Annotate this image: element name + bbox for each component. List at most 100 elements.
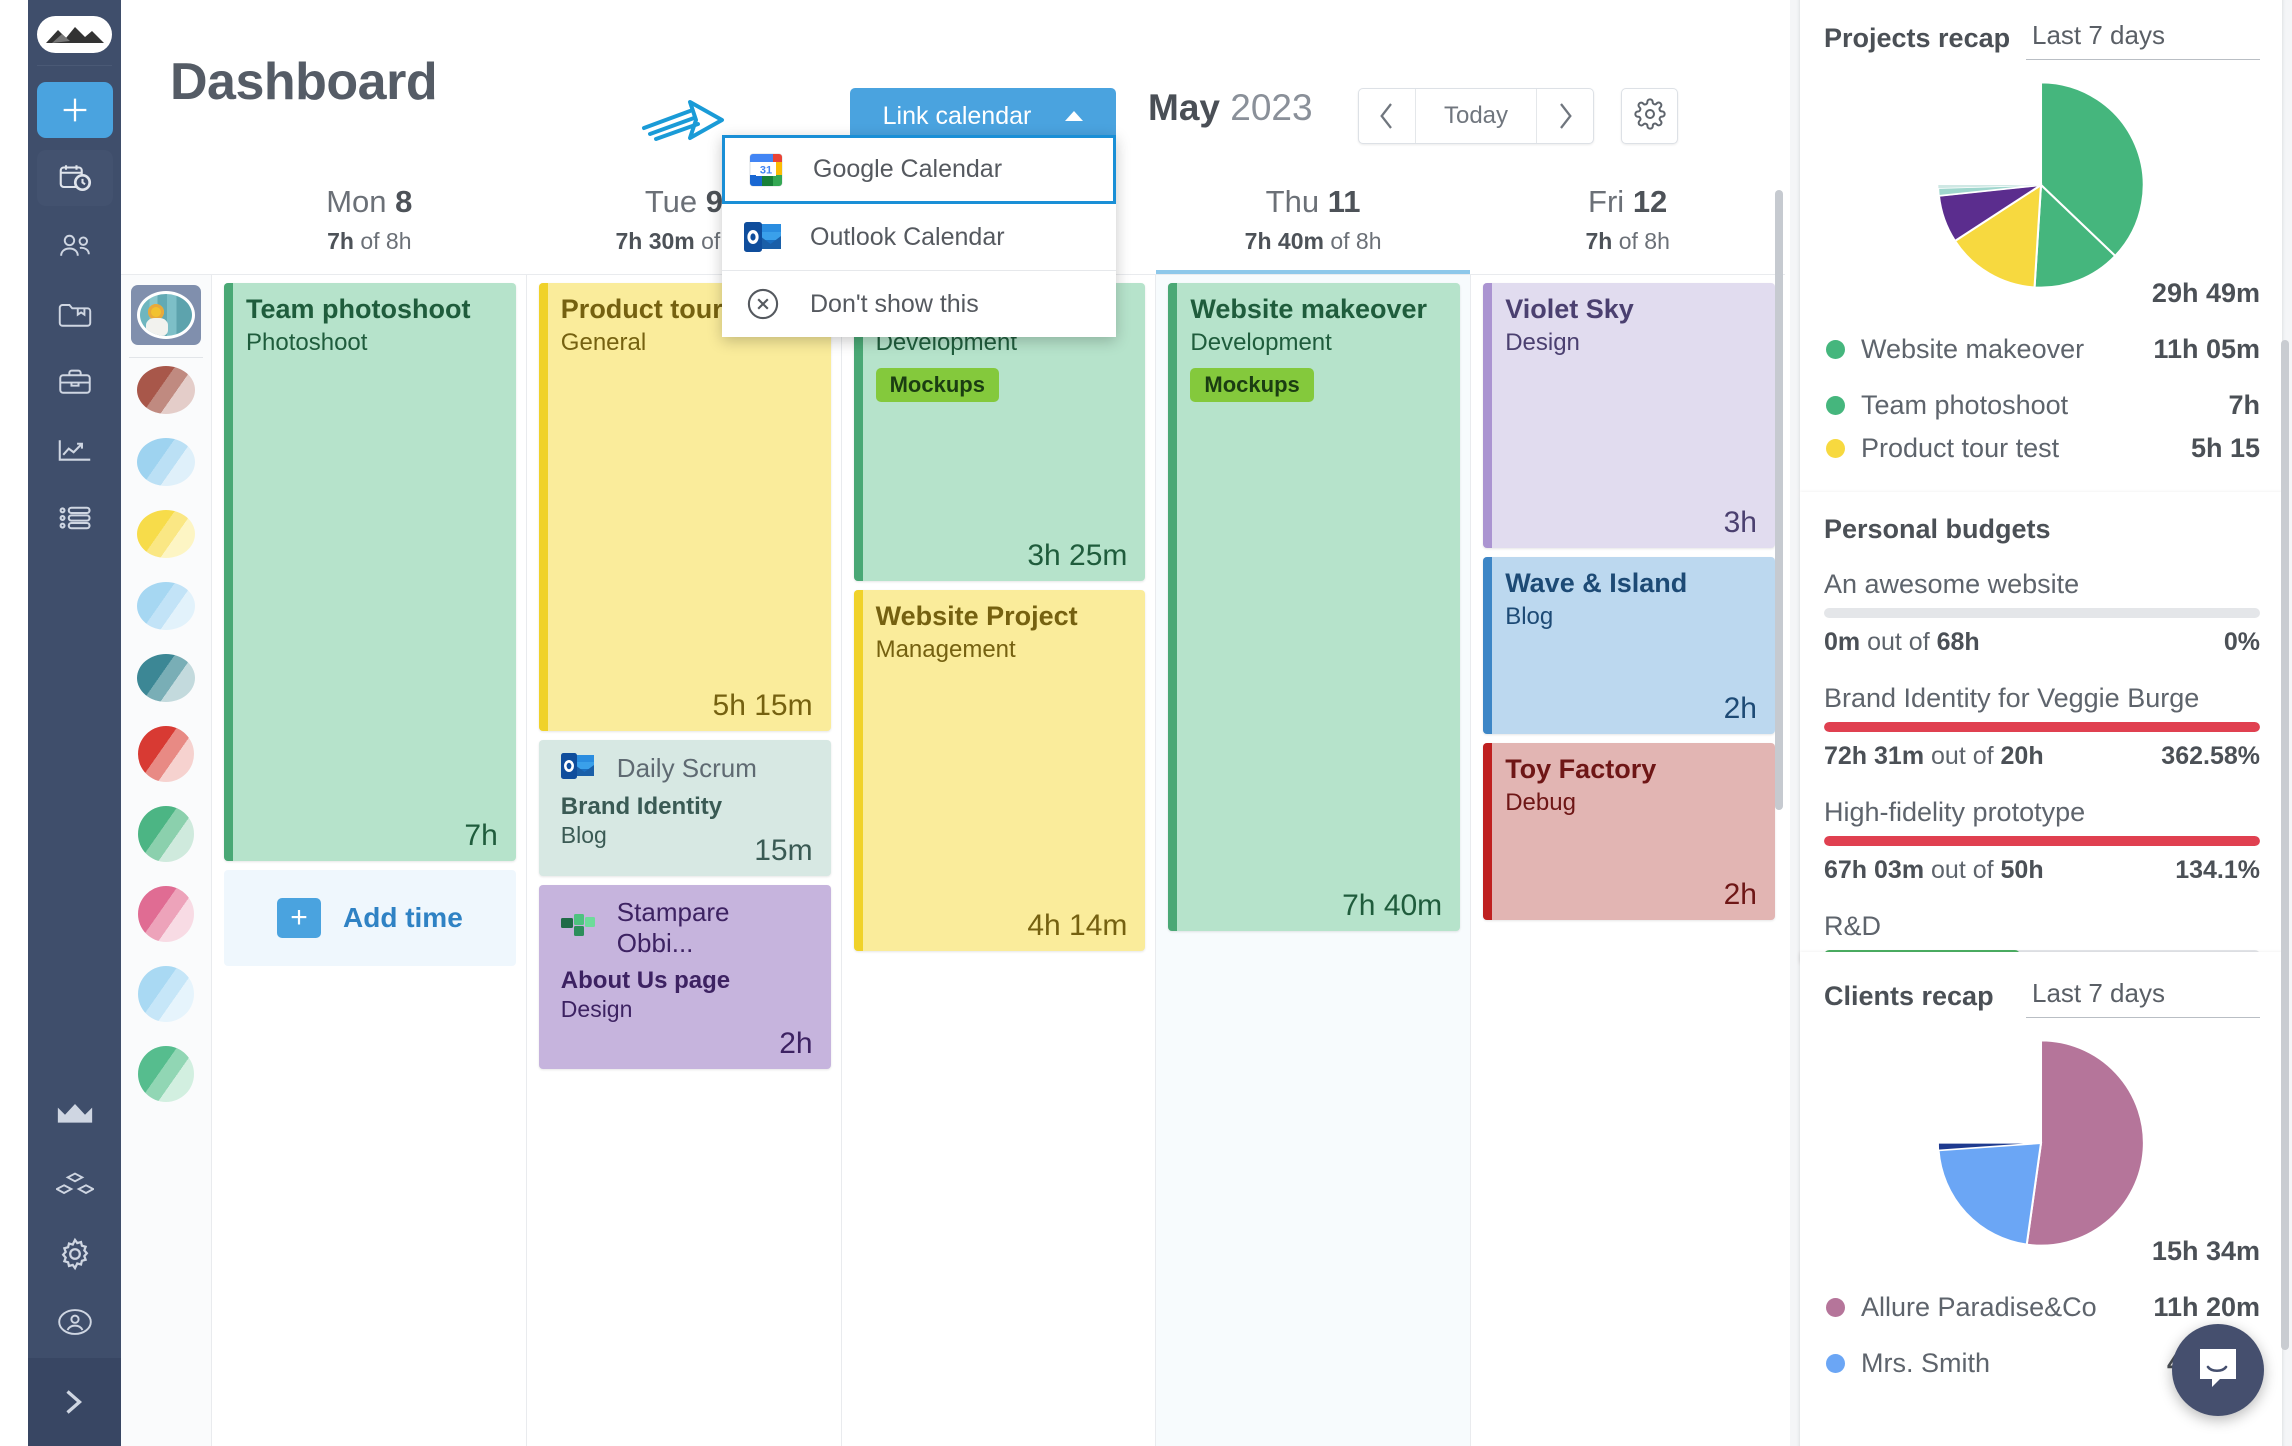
dropdown-item-google-calendar[interactable]: 31 Google Calendar (722, 135, 1116, 204)
budget-row[interactable]: Brand Identity for Veggie Burge 72h 31m … (1800, 683, 2282, 771)
legend-item[interactable]: Allure Paradise&Co 11h 20m (1826, 1279, 2260, 1335)
budget-row[interactable]: High-fidelity prototype 67h 03m out of 5… (1800, 797, 2282, 885)
dropdown-item-label: Google Calendar (813, 155, 1003, 183)
day-hours-mon: 7h of 8h (327, 228, 412, 254)
legend-item[interactable]: Team photoshoot 7h (1826, 377, 2260, 433)
swatch-yellow[interactable] (137, 510, 195, 558)
sidebar-item-settings[interactable] (37, 1226, 113, 1282)
event-card[interactable]: Team photoshoot Photoshoot 7h (224, 283, 516, 861)
day-column-tue[interactable]: Product tour test General 5h 15m Daily S… (526, 275, 842, 1446)
personal-budgets-card: Personal budgets An awesome website 0m o… (1800, 492, 2282, 962)
legend-color-dot (1826, 339, 1845, 359)
swatch-skyblue[interactable] (137, 582, 195, 630)
calendar-scrollbar-thumb[interactable] (1775, 190, 1783, 810)
dropdown-item-dont-show-this[interactable]: Don't show this (722, 271, 1116, 337)
event-color-bar (1483, 283, 1493, 548)
budget-used: 72h 31m (1824, 742, 1925, 770)
swatch-red[interactable] (138, 726, 194, 782)
budget-name: High-fidelity prototype (1824, 797, 2086, 827)
svg-text:31: 31 (760, 164, 772, 176)
event-title: About Us page (560, 967, 731, 994)
legend-label: Team photoshoot (1861, 389, 2069, 420)
external-event-card[interactable]: Stampare Obbi... About Us page Design 2h (538, 885, 831, 1069)
event-card[interactable]: Product tour test General 5h 15m (538, 283, 831, 731)
legend-value: 7h (2228, 389, 2260, 420)
app-logo[interactable] (37, 16, 112, 53)
chevron-up-icon (1065, 111, 1084, 121)
color-swatch-gutter (121, 275, 212, 1446)
right-panel-scrollbar-thumb[interactable] (2281, 340, 2289, 1350)
sidebar-item-upgrade[interactable] (37, 1086, 113, 1142)
legend-label: Product tour test (1861, 433, 2060, 463)
day-column-thu[interactable]: Website makeover Development Mockups 7h … (1156, 275, 1472, 1446)
sidebar-item-integrations[interactable] (37, 1158, 113, 1214)
dropdown-item-label: Outlook Calendar (810, 222, 1005, 251)
event-card[interactable]: Website Project Management 4h 14m (853, 590, 1146, 951)
legend-item[interactable]: Website makeover 11h 05m (1826, 321, 2260, 377)
event-card[interactable]: Website makeover Development Mockups 7h … (1168, 283, 1461, 931)
sidebar-item-projects[interactable] (37, 286, 113, 342)
swatch-teal[interactable] (137, 654, 195, 702)
event-subtitle: Debug (1505, 788, 1576, 816)
sidebar-item-reports[interactable] (37, 422, 113, 478)
day-header-fri[interactable]: Fri 12 7h of 8h (1470, 170, 1785, 274)
budget-progress-track (1824, 836, 2260, 846)
day-column-wed[interactable]: Website makeover Development Mockups 3h … (841, 275, 1157, 1446)
clients-period-select[interactable]: Last 7 days (2026, 974, 2260, 1018)
legend-color-dot (1826, 1297, 1845, 1317)
collapse-rail-button[interactable] (28, 1358, 121, 1446)
external-event-name: Daily Scrum (616, 753, 757, 783)
personal-budgets-title: Personal budgets (1824, 514, 2051, 544)
avatar[interactable] (131, 285, 201, 345)
calendar-settings-button[interactable] (1621, 88, 1678, 144)
sidebar-item-timesheet[interactable] (36, 150, 113, 206)
left-nav-rail (28, 0, 121, 1446)
prev-week-button[interactable] (1359, 89, 1415, 143)
day-column-fri[interactable]: Violet Sky Design 3h Wave & Island Blog … (1471, 275, 1785, 1446)
event-subtitle: Photoshoot (246, 328, 368, 356)
today-button[interactable]: Today (1415, 89, 1537, 143)
personal-budgets-header: Personal budgets (1800, 492, 2282, 545)
event-subtitle: Development (1190, 328, 1332, 356)
budget-row[interactable]: An awesome website 0m out of 68h 0% (1800, 569, 2282, 657)
budget-progress-track (1824, 608, 2260, 618)
event-duration: 15m (754, 834, 813, 867)
event-tag: Mockups (875, 367, 999, 402)
sidebar-item-tasks[interactable] (37, 490, 113, 546)
projects-period-select[interactable]: Last 7 days (2026, 16, 2260, 60)
legend-item[interactable]: Product tour test 5h 15 (1826, 433, 2260, 463)
external-event-card[interactable]: Daily Scrum Brand Identity Blog 15m (538, 740, 831, 876)
sidebar-item-team[interactable] (37, 218, 113, 274)
next-week-button[interactable] (1537, 89, 1593, 143)
add-button[interactable] (36, 82, 113, 138)
chat-launcher-button[interactable] (2172, 1324, 2264, 1416)
swatch-pink[interactable] (138, 886, 194, 942)
event-duration: 3h (1723, 506, 1757, 539)
swatch-lightblue[interactable] (137, 438, 195, 486)
legend-value: 11h 20m (2153, 1291, 2260, 1322)
event-card[interactable]: Toy Factory Debug 2h (1483, 743, 1775, 920)
sidebar-item-account[interactable] (37, 1294, 113, 1350)
event-card[interactable]: Violet Sky Design 3h (1483, 283, 1775, 548)
sidebar-item-clients[interactable] (37, 354, 113, 410)
swatch-paleblue[interactable] (138, 966, 194, 1022)
projects-recap-title: Projects recap (1824, 22, 2011, 53)
right-panel-scrollbar[interactable] (2280, 10, 2290, 1436)
projects-pie-svg (1937, 81, 2145, 289)
dropdown-item-outlook-calendar[interactable]: Outlook Calendar (722, 204, 1116, 270)
legend-value: 5h 15 (2190, 433, 2260, 463)
annotation-arrow-icon (640, 98, 734, 151)
day-header-thu[interactable]: Thu 11 7h 40m of 8h (1155, 170, 1471, 274)
swatch-mint[interactable] (138, 1046, 194, 1102)
swatch-brown[interactable] (137, 366, 195, 414)
add-time-button[interactable]: + Add time (224, 870, 516, 966)
calendar-scrollbar[interactable] (1773, 190, 1785, 1434)
budget-total: 50h (2000, 856, 2044, 884)
swatch-green[interactable] (138, 806, 194, 862)
day-column-mon[interactable]: Team photoshoot Photoshoot 7h + Add time (212, 275, 527, 1446)
clients-recap-header: Clients recap Last 7 days (1800, 952, 2282, 1018)
day-header-mon[interactable]: Mon 8 7h of 8h (212, 170, 527, 274)
plus-icon: + (277, 898, 321, 938)
event-card[interactable]: Wave & Island Blog 2h (1483, 557, 1775, 734)
gutter-divider (129, 357, 203, 358)
